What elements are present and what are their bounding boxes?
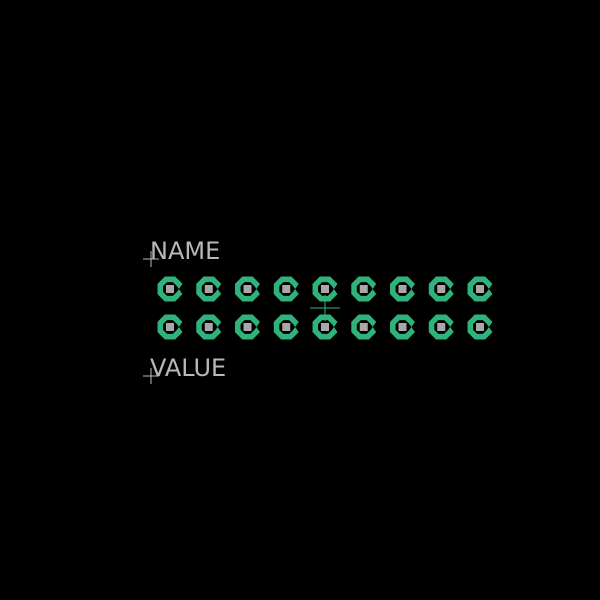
pad-drill-hole: [204, 323, 213, 331]
pcb-footprint-canvas: NAME VALUE: [0, 0, 600, 600]
pad-drill-hole: [282, 285, 291, 293]
value-label: VALUE: [150, 354, 226, 382]
pad-drill-hole: [437, 285, 446, 293]
pad-drill-hole: [204, 285, 213, 293]
pad-drill-hole: [359, 323, 368, 331]
pad-drill-hole: [282, 323, 291, 331]
pad-drill-hole: [321, 285, 329, 293]
pad-drill-hole: [437, 323, 446, 331]
name-label: NAME: [150, 237, 220, 265]
pad-drill-hole: [166, 285, 174, 293]
pad-drill-hole: [243, 323, 252, 331]
pad-drill-hole: [476, 323, 484, 331]
pad-drill-hole: [398, 323, 407, 331]
board-background: [0, 0, 600, 600]
pad-drill-hole: [166, 323, 174, 331]
pad-drill-hole: [476, 285, 484, 293]
pad-drill-hole: [321, 323, 329, 331]
pad-drill-hole: [359, 285, 368, 293]
pad-drill-hole: [243, 285, 252, 293]
pad-drill-hole: [398, 285, 407, 293]
